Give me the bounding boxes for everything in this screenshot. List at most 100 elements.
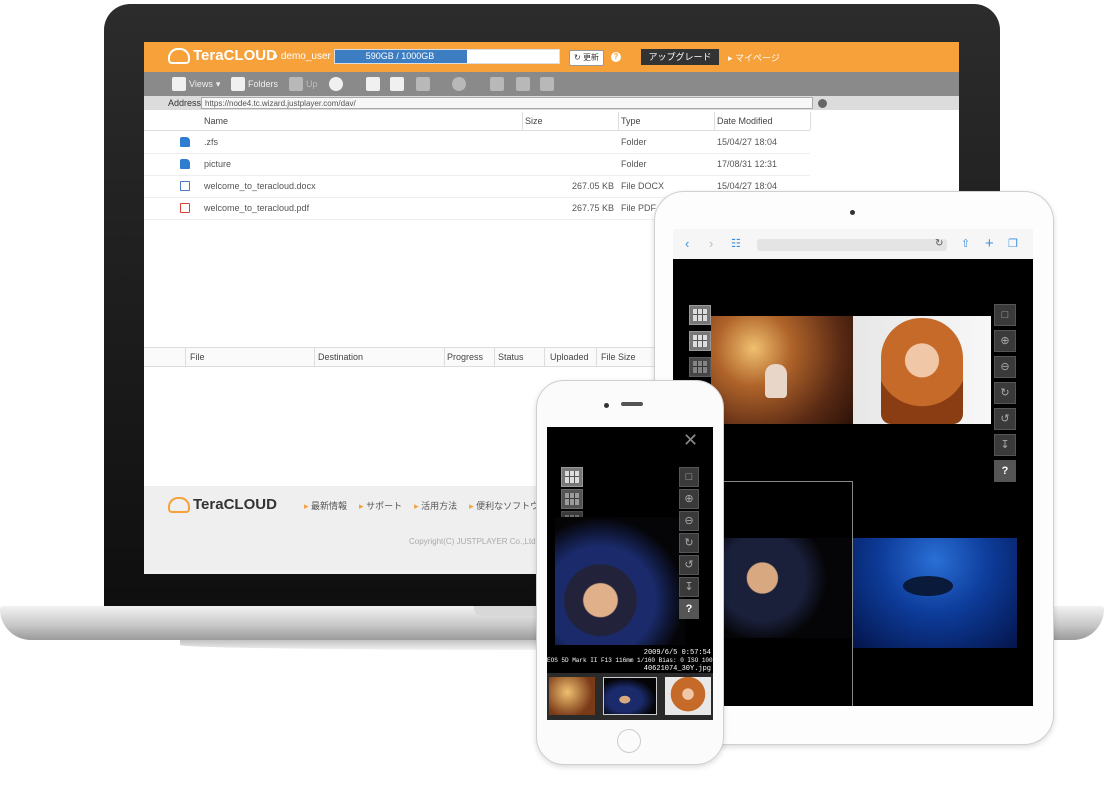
grid-view-icon[interactable] [689,305,711,325]
col-file: File [190,352,205,362]
copy-button[interactable] [490,76,504,92]
refresh-tool-button[interactable] [329,76,343,92]
rotate-right-icon[interactable]: ↻ [679,533,699,553]
photo-main-woman-hat[interactable] [555,517,685,645]
back-icon[interactable]: ‹ [685,236,689,252]
cloud-logo-icon [168,496,190,513]
views-button[interactable]: Views ▾ [172,76,220,92]
footer-logo-text: TeraCLOUD [193,496,277,513]
download-icon [416,77,430,91]
go-icon[interactable] [818,99,827,108]
help-icon[interactable]: ? [994,460,1016,482]
footer-logo[interactable]: TeraCLOUD [168,496,277,513]
teracloud-logo[interactable]: TeraCLOUD [168,47,277,64]
file-row[interactable]: picture Folder 17/08/31 12:31 [144,153,810,176]
col-type[interactable]: Type [621,116,641,126]
mypage-link[interactable]: ▸ マイページ [728,51,780,64]
rotate-right-icon[interactable]: ↻ [994,382,1016,404]
download-button[interactable] [416,76,430,92]
phone-camera [604,403,609,408]
download-icon[interactable]: ↧ [679,577,699,597]
file-name: welcome_to_teracloud.docx [204,181,316,191]
photo-thumbnail-room[interactable] [711,316,853,424]
phone-speaker [621,402,643,406]
url-field[interactable] [757,239,947,251]
file-type: File DOCX [621,181,665,191]
column-divider [522,112,523,130]
bookmarks-icon[interactable]: ☷ [731,236,741,252]
column-divider [714,112,715,130]
thumbnail-woman-hat-selected[interactable] [603,677,657,715]
col-size[interactable]: Size [525,116,543,126]
close-icon[interactable]: ✕ [683,431,698,449]
delete-button[interactable] [452,76,466,92]
zoom-in-icon[interactable]: ⊕ [679,489,699,509]
grid-view-icon[interactable] [689,357,711,377]
thumbnail-room[interactable] [549,677,595,715]
tabs-icon[interactable]: ❐ [1008,236,1018,252]
fit-screen-icon[interactable]: □ [679,467,699,487]
user-icon: ● [272,51,279,62]
file-list-header: Name Size Type Date Modified [144,112,811,131]
exif-filename: 40621074_30Y.jpg [643,665,711,673]
folders-button[interactable]: Folders [231,76,278,92]
help-icon[interactable]: ? [679,599,699,619]
zoom-in-icon[interactable]: ⊕ [994,330,1016,352]
forward-icon[interactable]: › [709,236,713,252]
folders-label: Folders [248,79,279,89]
footer-link[interactable]: 最新情報 [304,499,347,512]
address-input[interactable] [201,97,813,109]
photo-thumbnail-turtle[interactable] [853,538,1017,648]
file-name: welcome_to_teracloud.pdf [204,203,310,213]
file-size: 267.75 KB [571,203,614,213]
download-icon[interactable]: ↧ [994,434,1016,456]
new-folder-button[interactable] [390,76,404,92]
reload-icon[interactable]: ↻ [935,236,943,252]
upgrade-button[interactable]: アップグレード [641,49,719,65]
col-uploaded: Uploaded [550,352,589,362]
views-label: Views [189,79,213,89]
share-icon[interactable]: ⇧ [961,236,970,252]
photo-thumbnail-portrait[interactable] [853,316,991,424]
footer-link[interactable]: 活用方法 [414,499,457,512]
user-name[interactable]: ● demo_user [272,51,331,62]
thumbnail-portrait[interactable] [665,677,711,715]
grid-view-icon[interactable] [561,489,583,509]
photo-subject [881,318,963,424]
copyright: Copyright(C) JUSTPLAYER Co.,Ltd. [409,537,538,546]
up-button[interactable]: Up [289,76,318,92]
rotate-left-icon[interactable]: ↺ [679,555,699,575]
photo-selection-frame[interactable] [723,481,853,706]
file-type: Folder [621,137,647,147]
image-viewer: □ ⊕ ⊖ ↻ ↺ ↧ ? [673,259,1033,706]
cut-button[interactable] [516,76,530,92]
app-header: TeraCLOUD ● demo_user 590GB / 1000GB ↻ 更… [144,42,959,72]
folder-icon [231,77,245,91]
footer-link[interactable]: サポート [359,499,402,512]
col-filesize: File Size [601,352,636,362]
exif-info: 2009/6/5 0:57:54 EOS 5D Mark II F13 116m… [547,649,713,673]
grid-view-icon[interactable] [689,331,711,351]
col-modified[interactable]: Date Modified [717,116,773,126]
zoom-out-icon[interactable]: ⊖ [679,511,699,531]
home-button[interactable] [617,729,641,753]
file-row[interactable]: .zfs Folder 15/04/27 18:04 [144,131,810,154]
grid-view-icon[interactable] [561,467,583,487]
column-divider [810,112,811,130]
upload-button[interactable] [366,76,380,92]
paste-icon [540,77,554,91]
fit-screen-icon[interactable]: □ [994,304,1016,326]
refresh-button[interactable]: ↻ 更新 [569,50,604,66]
new-tab-icon[interactable]: + [985,236,994,252]
paste-button[interactable] [540,76,554,92]
zoom-out-icon[interactable]: ⊖ [994,356,1016,378]
toolbar: Views ▾ Folders Up [144,72,959,96]
file-modified: 15/04/27 18:04 [717,181,778,191]
file-type: File PDF [621,203,657,213]
help-icon[interactable]: ? [611,52,621,62]
column-divider [618,112,619,130]
photo-turtle [903,576,953,596]
rotate-left-icon[interactable]: ↺ [994,408,1016,430]
col-name[interactable]: Name [204,116,228,126]
file-modified: 17/08/31 12:31 [717,159,778,169]
